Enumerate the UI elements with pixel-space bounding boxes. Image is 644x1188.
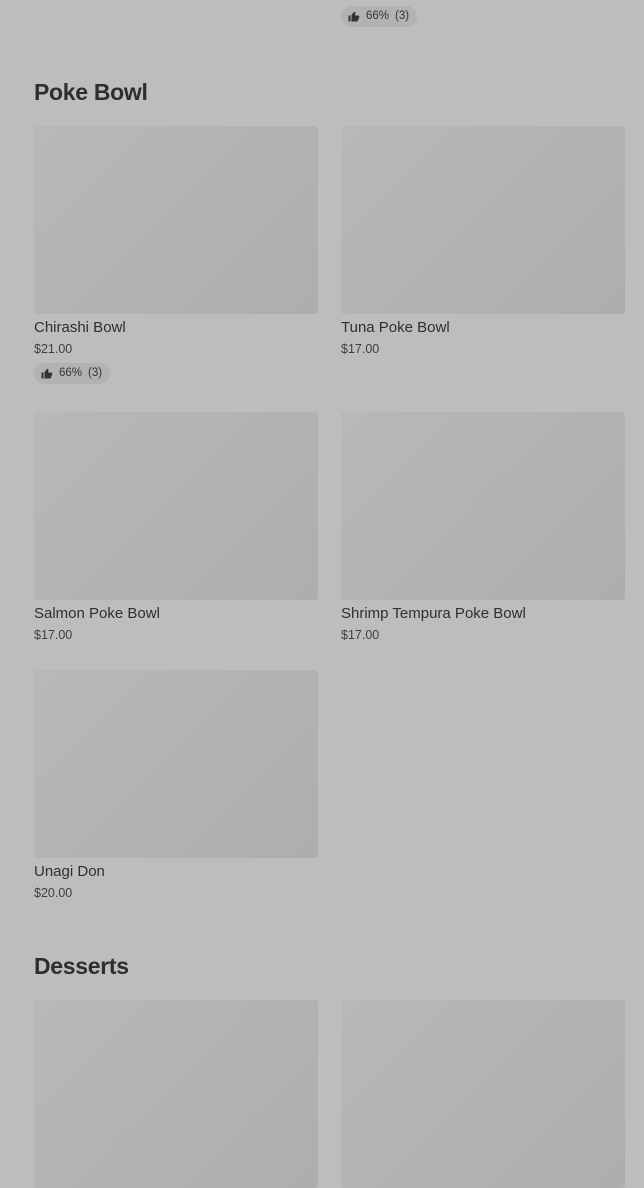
menu-item-price: $17.00 — [341, 628, 380, 642]
menu-page: 66% (3) Poke Bowl Chirashi Bowl $21.00 6… — [0, 0, 644, 1188]
menu-item-price: $17.00 — [341, 342, 380, 356]
menu-item-image[interactable] — [341, 412, 625, 600]
rating-count: (3) — [395, 10, 410, 22]
menu-item-image[interactable] — [341, 1000, 625, 1188]
rating-count: (3) — [88, 367, 103, 379]
rating-badge: 66% (3) — [34, 363, 111, 384]
menu-item-name: Salmon Poke Bowl — [34, 605, 160, 622]
rating-percent: 66% — [366, 10, 390, 22]
menu-item-image[interactable] — [34, 670, 318, 858]
section-title-poke-bowl: Poke Bowl — [34, 79, 148, 105]
menu-item-price: $17.00 — [34, 628, 73, 642]
thumbs-up-icon — [41, 368, 53, 379]
menu-item-name: Unagi Don — [34, 863, 105, 880]
menu-item-name: Tuna Poke Bowl — [341, 319, 450, 336]
menu-item-card[interactable]: Unagi Don $20.00 — [34, 670, 318, 901]
menu-item-image[interactable] — [34, 126, 318, 314]
rating-badge: 66% (3) — [341, 6, 418, 27]
thumbs-up-icon — [348, 11, 360, 22]
menu-item-price: $20.00 — [34, 886, 73, 900]
menu-item-card[interactable] — [34, 1000, 318, 1188]
menu-item-price: $21.00 — [34, 342, 73, 356]
menu-item-card[interactable] — [341, 1000, 625, 1188]
menu-item-image[interactable] — [34, 1000, 318, 1188]
rating-percent: 66% — [59, 367, 83, 379]
menu-item-image[interactable] — [34, 412, 318, 600]
menu-item-card[interactable]: Shrimp Tempura Poke Bowl $17.00 — [341, 412, 625, 643]
section-title-desserts: Desserts — [34, 953, 129, 979]
menu-item-name: Chirashi Bowl — [34, 319, 126, 336]
menu-item-card[interactable]: Tuna Poke Bowl $17.00 — [341, 126, 625, 357]
menu-item-image[interactable] — [341, 126, 625, 314]
menu-item-card[interactable]: Chirashi Bowl $21.00 66% (3) — [34, 126, 318, 384]
menu-item-card[interactable]: Salmon Poke Bowl $17.00 — [34, 412, 318, 643]
menu-item-name: Shrimp Tempura Poke Bowl — [341, 605, 526, 622]
